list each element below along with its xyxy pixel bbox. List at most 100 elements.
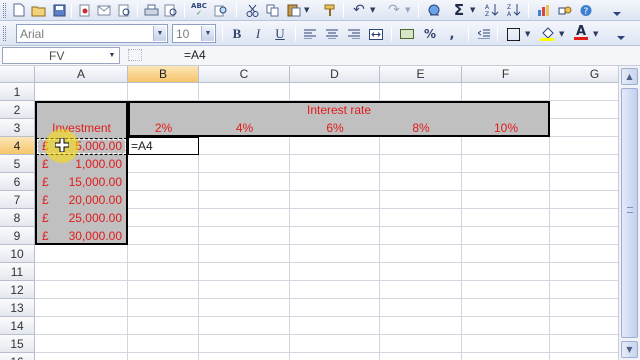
percent-style-button[interactable]: %	[421, 26, 439, 42]
cell-g14[interactable]	[550, 317, 618, 335]
cell-d1[interactable]	[290, 83, 380, 101]
cell-c8[interactable]	[199, 209, 290, 227]
vertical-scrollbar[interactable]: ▲ ▼	[618, 66, 640, 360]
cell-e8[interactable]	[380, 209, 462, 227]
cell-f4[interactable]	[462, 137, 550, 155]
cell-d13[interactable]	[290, 299, 380, 317]
cell-g10[interactable]	[550, 245, 618, 263]
cell-e1[interactable]	[380, 83, 462, 101]
scroll-up-icon[interactable]: ▲	[621, 68, 638, 85]
scroll-down-icon[interactable]: ▼	[621, 341, 638, 358]
row-header-3[interactable]: 3	[0, 119, 35, 137]
cell-f14[interactable]	[462, 317, 550, 335]
column-header-a[interactable]: A	[35, 66, 128, 83]
drawing-icon[interactable]	[556, 2, 574, 18]
italic-button[interactable]: I	[249, 26, 267, 42]
cell-c16[interactable]	[199, 353, 290, 360]
cell-e9[interactable]	[380, 227, 462, 245]
formula-input[interactable]: =A4	[184, 48, 206, 62]
insert-function-icon[interactable]	[128, 49, 142, 61]
row-header-9[interactable]: 9	[0, 227, 35, 245]
cell-b12[interactable]	[128, 281, 199, 299]
permission-icon[interactable]	[75, 2, 93, 18]
cell-g5[interactable]	[550, 155, 618, 173]
cell-f15[interactable]	[462, 335, 550, 353]
font-color-dropdown-icon[interactable]: ▼	[593, 30, 598, 38]
help-icon[interactable]: ?	[577, 2, 595, 18]
chart-wizard-icon[interactable]	[535, 2, 553, 18]
cell-b7[interactable]	[128, 191, 199, 209]
row-header-6[interactable]: 6	[0, 173, 35, 191]
cell-e13[interactable]	[380, 299, 462, 317]
cell-b6[interactable]	[128, 173, 199, 191]
chevron-down-icon[interactable]: ▼	[106, 49, 118, 62]
merge-center-icon[interactable]	[367, 26, 385, 42]
cell-e6[interactable]	[380, 173, 462, 191]
toolbar-options-icon[interactable]	[612, 26, 630, 42]
cell-c13[interactable]	[199, 299, 290, 317]
cell-f5[interactable]	[462, 155, 550, 173]
worksheet-grid[interactable]: ABCDEFG12345678910111213141516Interest r…	[0, 66, 618, 360]
borders-icon[interactable]	[504, 26, 522, 42]
bold-button[interactable]: B	[228, 26, 246, 42]
cell-d4[interactable]	[290, 137, 380, 155]
cell-e4[interactable]	[380, 137, 462, 155]
cell-g3[interactable]	[550, 119, 618, 137]
cut-icon[interactable]	[243, 2, 261, 18]
cell-a11[interactable]	[35, 263, 128, 281]
print-icon[interactable]	[142, 2, 160, 18]
cell-c5[interactable]	[199, 155, 290, 173]
row-header-7[interactable]: 7	[0, 191, 35, 209]
redo-icon[interactable]: ↷	[385, 2, 403, 18]
row-header-8[interactable]: 8	[0, 209, 35, 227]
spelling-icon[interactable]: ABC ✓	[190, 2, 208, 18]
cell-g6[interactable]	[550, 173, 618, 191]
cell-c7[interactable]	[199, 191, 290, 209]
borders-dropdown-icon[interactable]: ▼	[525, 30, 530, 38]
paste-icon[interactable]	[285, 2, 303, 18]
row-header-15[interactable]: 15	[0, 335, 35, 353]
cell-d8[interactable]	[290, 209, 380, 227]
cell-g9[interactable]	[550, 227, 618, 245]
column-header-f[interactable]: F	[462, 66, 550, 83]
chevron-down-icon[interactable]: ▼	[153, 26, 166, 41]
cell-a13[interactable]	[35, 299, 128, 317]
cell-d14[interactable]	[290, 317, 380, 335]
comma-style-button[interactable]: ,	[443, 26, 461, 42]
font-color-icon[interactable]: A	[572, 25, 590, 41]
cell-c15[interactable]	[199, 335, 290, 353]
align-left-icon[interactable]	[301, 26, 319, 42]
cell-e5[interactable]	[380, 155, 462, 173]
font-name-combo[interactable]: Arial ▼	[16, 24, 168, 43]
chevron-down-icon[interactable]: ▼	[201, 26, 214, 41]
cell-e7[interactable]	[380, 191, 462, 209]
cell-f8[interactable]	[462, 209, 550, 227]
cell-d9[interactable]	[290, 227, 380, 245]
cell-d6[interactable]	[290, 173, 380, 191]
fill-color-dropdown-icon[interactable]: ▼	[559, 30, 564, 38]
cell-c6[interactable]	[199, 173, 290, 191]
cell-c14[interactable]	[199, 317, 290, 335]
cell-e14[interactable]	[380, 317, 462, 335]
copy-icon[interactable]	[264, 2, 282, 18]
cell-f11[interactable]	[462, 263, 550, 281]
open-icon[interactable]	[30, 2, 48, 18]
cell-c10[interactable]	[199, 245, 290, 263]
align-right-icon[interactable]	[345, 26, 363, 42]
toolbar-grip[interactable]	[3, 3, 6, 18]
column-header-d[interactable]: D	[290, 66, 380, 83]
column-header-g[interactable]: G	[550, 66, 618, 83]
print-preview-icon[interactable]	[162, 2, 180, 18]
redo-dropdown-icon[interactable]: ▼	[405, 6, 410, 14]
row-header-11[interactable]: 11	[0, 263, 35, 281]
cell-f10[interactable]	[462, 245, 550, 263]
cell-e10[interactable]	[380, 245, 462, 263]
cell-b5[interactable]	[128, 155, 199, 173]
row-header-1[interactable]: 1	[0, 83, 35, 101]
cell-a16[interactable]	[35, 353, 128, 360]
column-header-b[interactable]: B	[128, 66, 199, 83]
cell-f9[interactable]	[462, 227, 550, 245]
undo-icon[interactable]: ↶	[350, 2, 368, 18]
cell-g8[interactable]	[550, 209, 618, 227]
sort-ascending-icon[interactable]: AZ	[483, 2, 501, 18]
